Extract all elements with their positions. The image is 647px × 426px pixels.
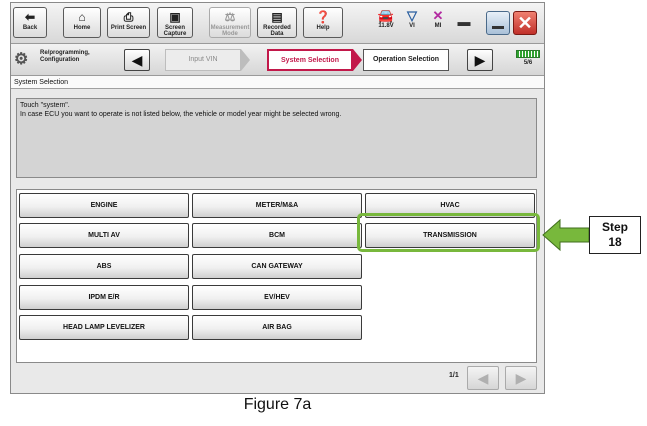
vi-connection-icon: ▽: [407, 8, 417, 23]
home-icon: ⌂: [78, 10, 86, 24]
minimize-button[interactable]: [486, 11, 510, 35]
home-button[interactable]: ⌂ Home: [63, 7, 101, 38]
measurement-mode-button[interactable]: ⚖ Measurement Mode: [209, 7, 251, 38]
triangle-right-icon: ▶: [515, 370, 527, 386]
step-separator: [353, 49, 362, 71]
system-button-head-lamp-levelizer[interactable]: HEAD LAMP LEVELIZER: [19, 315, 189, 340]
triangle-left-icon: ◀: [131, 52, 143, 68]
triangle-left-icon: ◀: [477, 370, 489, 386]
mi-disconnected-icon: ✕: [432, 8, 444, 23]
step-progress-bar: [516, 50, 540, 58]
battery-status: ▬: [454, 15, 474, 29]
printer-icon: ⎙: [123, 10, 134, 24]
back-button[interactable]: ⬅ Back: [13, 7, 47, 38]
meter-icon: ⚖: [224, 10, 236, 24]
recorded-data-button[interactable]: ▤ Recorded Data: [257, 7, 297, 38]
page-next-button[interactable]: ▶: [505, 366, 537, 390]
instruction-line-2: In case ECU you want to operate is not l…: [20, 111, 342, 118]
step-system-selection: System Selection: [267, 49, 353, 71]
battery-voltage-status: 🚘 11.8V: [375, 8, 397, 30]
step-callout-label: Step 18: [589, 216, 641, 254]
help-button[interactable]: ❓ Help: [303, 7, 343, 38]
vi-status: ▽ VI: [403, 8, 421, 30]
step-separator: [241, 49, 250, 71]
step-callout: Step 18: [541, 216, 643, 254]
camera-icon: ▣: [169, 10, 181, 24]
instruction-line-1: Touch "system".: [20, 102, 70, 109]
step-input-vin: Input VIN: [165, 49, 241, 71]
mi-status: ✕ MI: [429, 8, 447, 30]
page-previous-button[interactable]: ◀: [467, 366, 499, 390]
close-button[interactable]: ✕: [513, 11, 537, 35]
wrench-gear-icon: ⚙: [14, 51, 29, 68]
page-title: System Selection: [11, 76, 544, 89]
green-arrow-icon: [542, 218, 590, 252]
recorded-data-icon: ▤: [271, 10, 283, 24]
system-button-multi-av[interactable]: MULTI AV: [19, 223, 189, 248]
breadcrumb-bar: ⚙ Re/programming, Configuration ◀ Input …: [11, 44, 544, 76]
instruction-message: Touch "system". In case ECU you want to …: [16, 98, 537, 178]
system-button-meter-ma[interactable]: METER/M&A: [192, 193, 362, 218]
step-operation-selection: Operation Selection: [363, 49, 449, 71]
reprogramming-configuration-breadcrumb: ⚙ Re/programming, Configuration: [14, 50, 90, 68]
close-icon: ✕: [517, 13, 533, 33]
step-progress: 5/6: [514, 48, 542, 72]
system-button-ipdm-er[interactable]: IPDM E/R: [19, 285, 189, 310]
triangle-right-icon: ▶: [474, 52, 486, 68]
top-toolbar: ⬅ Back ⌂ Home ⎙ Print Screen ▣ Screen Ca…: [11, 3, 544, 44]
print-screen-button[interactable]: ⎙ Print Screen: [107, 7, 150, 38]
transmission-highlight-box: [357, 213, 540, 252]
system-button-ev-hev[interactable]: EV/HEV: [192, 285, 362, 310]
next-step-button[interactable]: ▶: [467, 49, 493, 71]
figure-caption: Figure 7a: [243, 396, 312, 413]
screen-capture-button[interactable]: ▣ Screen Capture: [157, 7, 193, 38]
previous-step-button[interactable]: ◀: [124, 49, 150, 71]
system-button-abs[interactable]: ABS: [19, 254, 189, 279]
battery-icon: ▬: [457, 14, 471, 29]
system-button-bcm[interactable]: BCM: [192, 223, 362, 248]
system-button-engine[interactable]: ENGINE: [19, 193, 189, 218]
system-button-can-gateway[interactable]: CAN GATEWAY: [192, 254, 362, 279]
car-icon: 🚘: [377, 8, 395, 23]
system-button-air-bag[interactable]: AIR BAG: [192, 315, 362, 340]
page-indicator: 1/1: [449, 372, 459, 379]
app-screen: ⬅ Back ⌂ Home ⎙ Print Screen ▣ Screen Ca…: [10, 2, 545, 394]
help-icon: ❓: [315, 10, 331, 24]
back-arrow-icon: ⬅: [24, 10, 36, 24]
